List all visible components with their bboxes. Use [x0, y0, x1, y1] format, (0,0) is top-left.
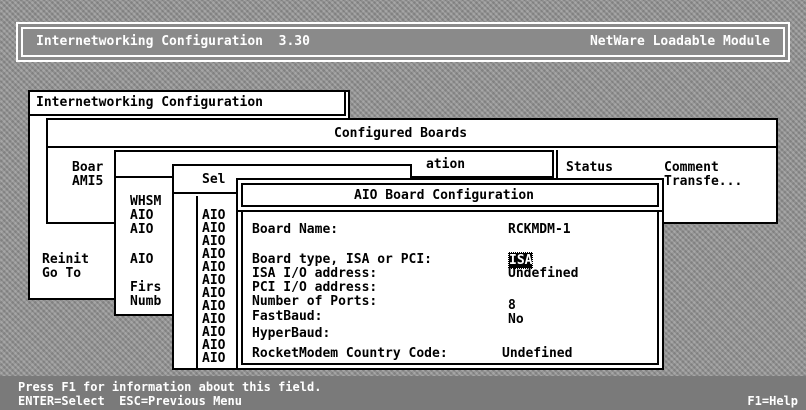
field-label-isa-io: ISA I/O address:	[252, 266, 378, 281]
selector-row[interactable]: AIO	[202, 351, 225, 366]
app-title: Internetworking Configuration 3.30	[36, 34, 310, 49]
selector-list-border	[196, 196, 198, 368]
menu-item-reinit[interactable]: Reinit	[42, 252, 89, 267]
col-header-board: Boar	[72, 160, 104, 175]
field-label-pci-io: PCI I/O address:	[252, 280, 378, 295]
field-value-board-name[interactable]: RCKMDM-1	[508, 222, 571, 237]
field-value-ports[interactable]: 8	[508, 298, 516, 313]
field-label-ports: Number of Ports:	[252, 294, 378, 309]
field-label-board-name: Board Name:	[252, 222, 339, 237]
status-bar: Press F1 for information about this fiel…	[0, 376, 806, 410]
board-row-name[interactable]: AMI5	[72, 174, 103, 189]
console-screen: Internetworking Configuration 3.30 NetWa…	[0, 0, 806, 410]
board-list-row[interactable]: AIO	[130, 208, 153, 223]
col-header-status: Status	[566, 160, 613, 175]
board-list-row[interactable]: Firs	[130, 280, 161, 295]
menu-item-goto[interactable]: Go To	[42, 266, 81, 281]
board-list-row[interactable]: Numb	[130, 294, 161, 309]
field-label-country-code: RocketModem Country Code:	[252, 346, 448, 361]
status-keys-line: ENTER=Select ESC=Previous Menu	[18, 394, 242, 408]
field-value-fastbaud[interactable]: No	[508, 312, 524, 327]
field-label-hyperbaud: HyperBaud:	[252, 326, 331, 341]
module-type-label: NetWare Loadable Module	[589, 34, 770, 49]
help-key-hint: F1=Help	[747, 394, 798, 408]
selector-title: Sel	[202, 172, 226, 187]
board-list-row[interactable]: AIO	[130, 222, 153, 237]
field-label-board-type: Board type, ISA or PCI:	[252, 252, 433, 267]
status-hint-line: Press F1 for information about this fiel…	[18, 380, 322, 394]
configured-boards-title: Configured Boards	[334, 126, 468, 141]
main-menu-title: Internetworking Configuration	[36, 95, 263, 110]
col-header-comment: Comment	[664, 160, 719, 175]
field-value-country-code[interactable]: Undefined	[502, 346, 572, 361]
board-list-title: ation	[426, 157, 466, 172]
title-bar: Internetworking Configuration 3.30 NetWa…	[16, 22, 790, 62]
field-label-fastbaud: FastBaud:	[252, 309, 323, 324]
boards-column-divider	[556, 150, 558, 178]
field-value-isa-io[interactable]: Undefined	[508, 266, 578, 281]
board-list-row[interactable]: WHSM	[130, 194, 161, 209]
board-row-comment: Transfe...	[664, 174, 743, 189]
board-list-row[interactable]: AIO	[130, 252, 153, 267]
aio-dialog-title: AIO Board Configuration	[354, 188, 535, 203]
